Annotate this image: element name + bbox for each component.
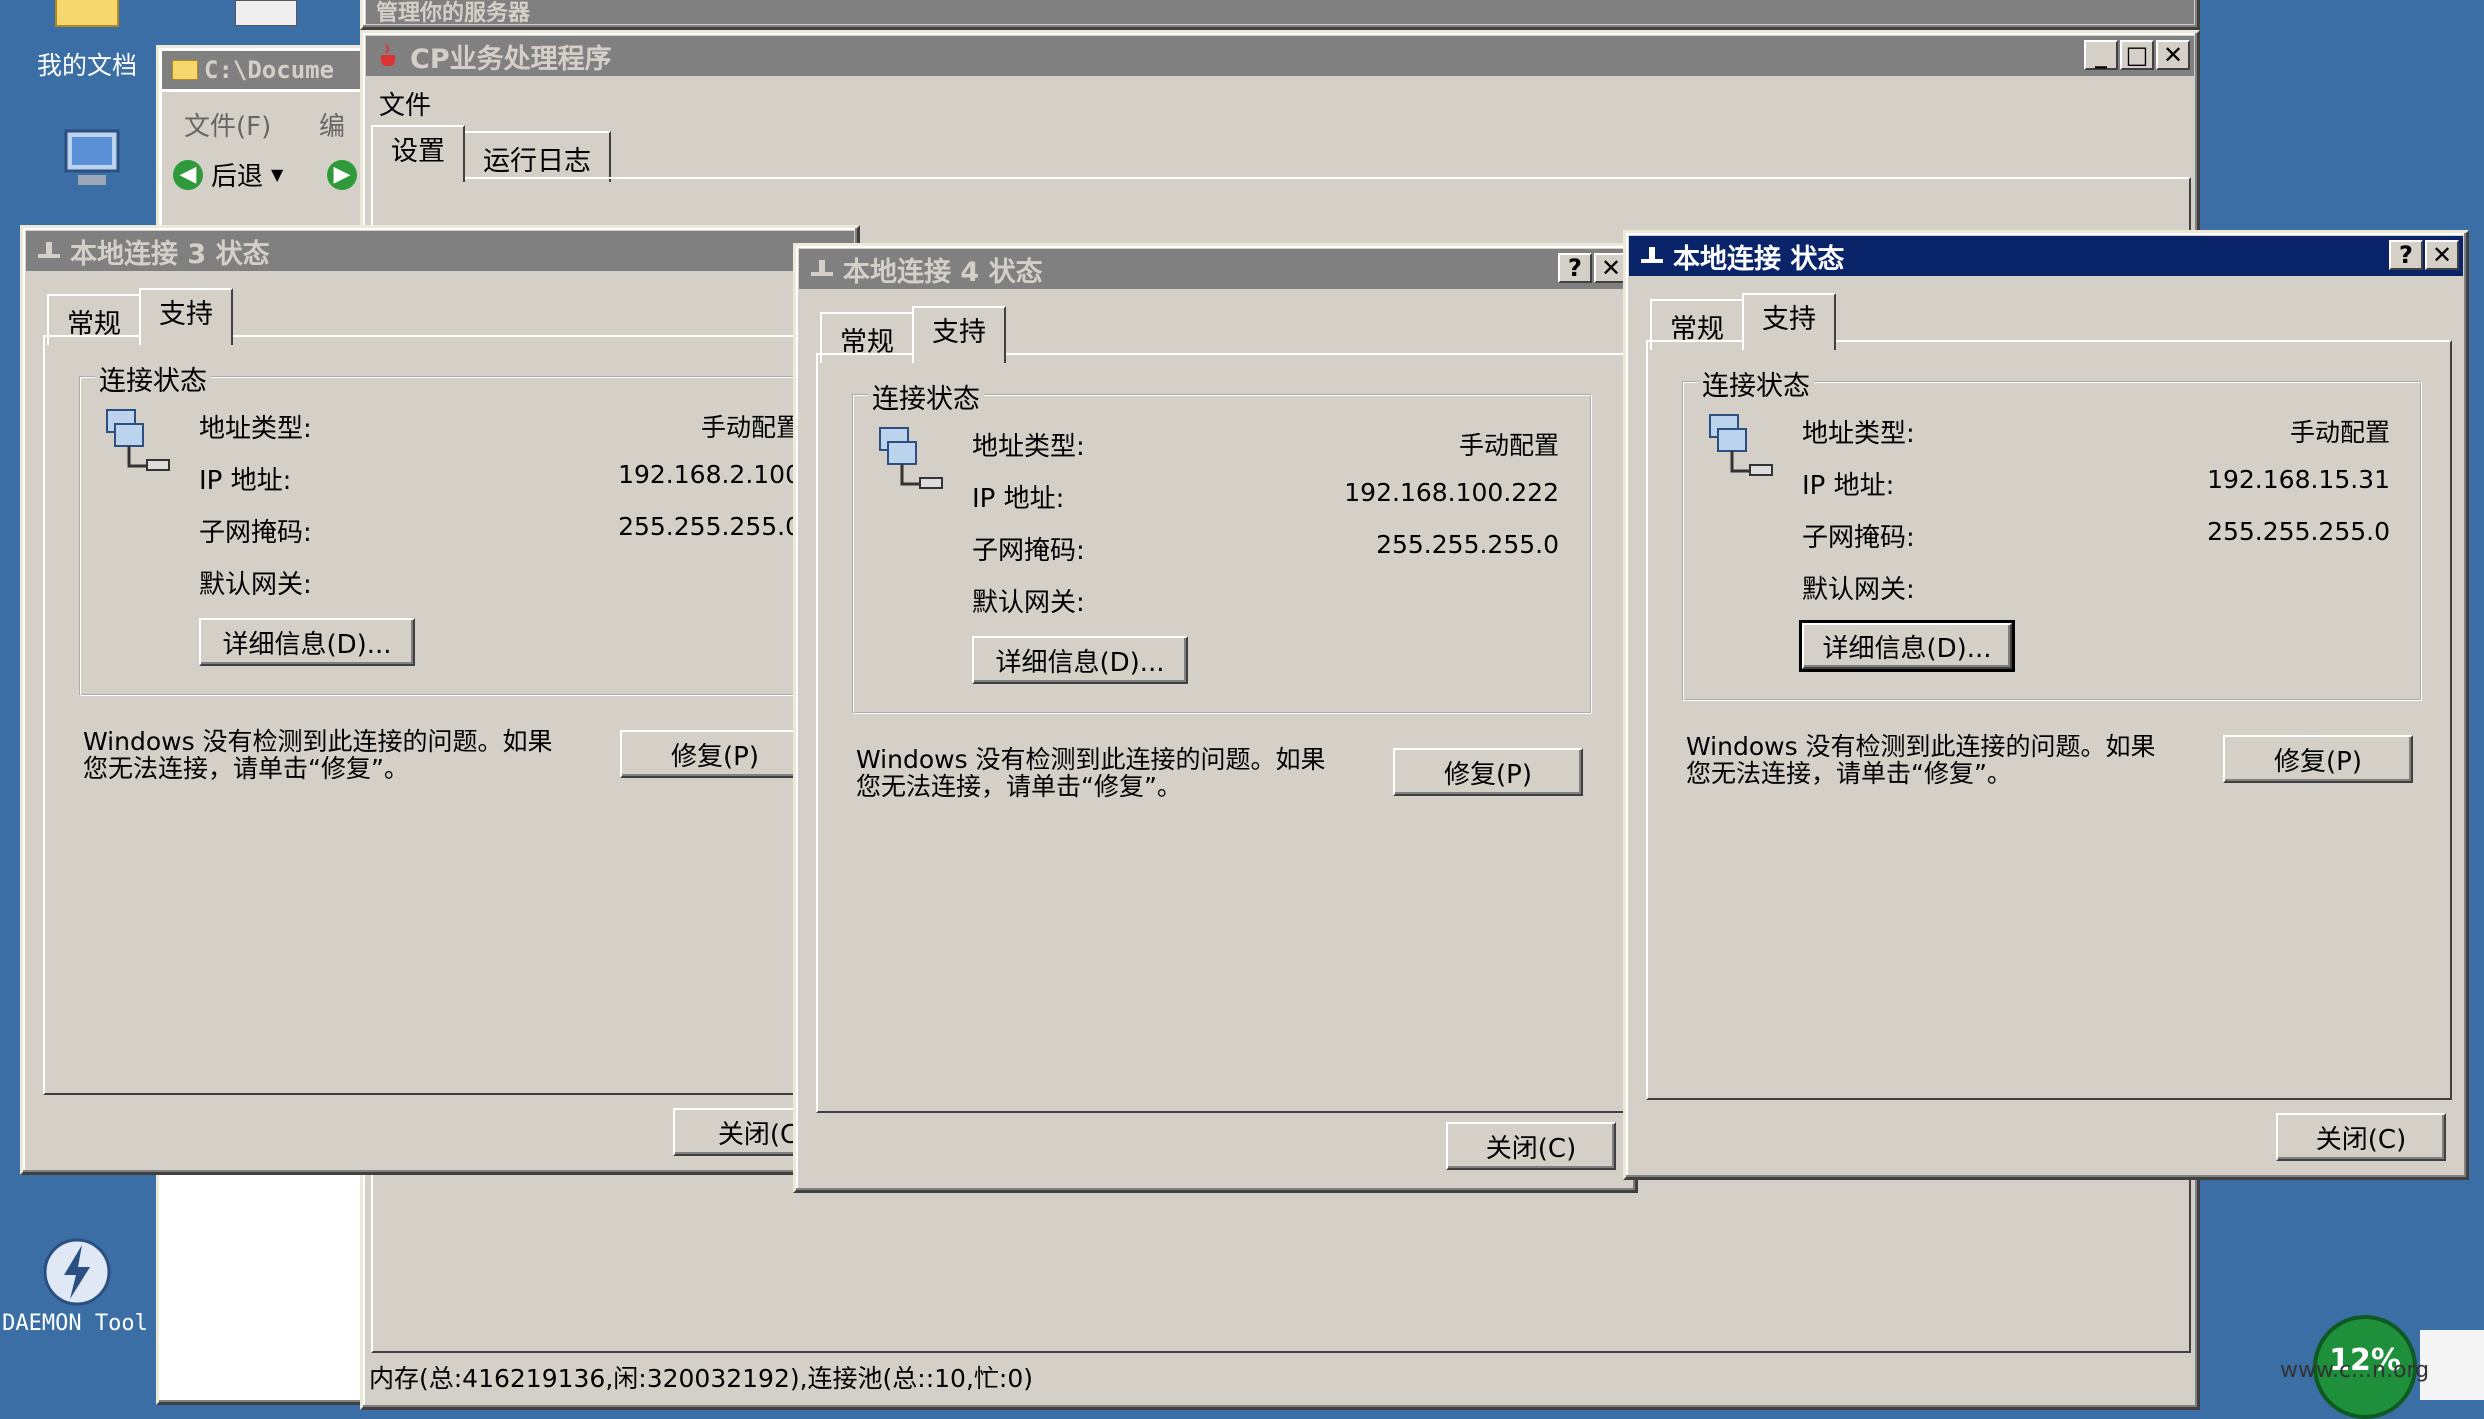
desktop-icon-my-computer[interactable] [12, 125, 162, 201]
back-button[interactable]: ◀ 后退 ▼ [173, 156, 283, 193]
dialog-title: 本地连接 3 状态 [70, 238, 270, 270]
default-gateway-label: 默认网关: [199, 570, 312, 600]
default-gateway-label: 默认网关: [1802, 575, 1915, 605]
repair-button[interactable]: 修复(P) [2223, 735, 2413, 783]
network-computers-icon [103, 406, 177, 487]
shortcut-icon[interactable] [235, 0, 297, 26]
connection-3-status-dialog[interactable]: 本地连接 3 状态 常规 支持 连接状态 地址类型: 手动配置 IP 地址: 1… [20, 225, 860, 1175]
forward-arrow-icon[interactable]: ▶ [327, 160, 357, 190]
group-label: 连接状态 [868, 377, 984, 416]
close-x-button[interactable]: ✕ [2425, 240, 2459, 270]
address-type-label: 地址类型: [972, 432, 1085, 462]
menu-file[interactable]: 文件(F) [184, 106, 271, 143]
status-message: Windows 没有检测到此连接的问题。如果 您无法连接，请单击“修复”。 [1686, 732, 2156, 788]
window-title: 管理你的服务器 [376, 1, 531, 26]
folder-icon [172, 60, 198, 80]
title-bar[interactable]: CP业务处理程序 _ □ ✕ [366, 36, 2194, 76]
tab-support[interactable]: 支持 [1742, 293, 1836, 350]
network-speed-widget [2420, 1330, 2484, 1400]
computer-icon [52, 125, 122, 195]
desktop-icon-label: 我的文档 [36, 51, 137, 80]
ip-address-value: 192.168.100.222 [1344, 478, 1559, 507]
status-bar: 内存(总:416219136,闲:320032192),连接池(总::10,忙:… [369, 1364, 1033, 1393]
connection-4-status-dialog[interactable]: 本地连接 4 状态 ? ✕ 常规 支持 连接状态 地址类型: 手动配置 IP 地… [793, 243, 1638, 1193]
ip-address-label: IP 地址: [1802, 471, 1895, 501]
subnet-mask-label: 子网掩码: [199, 518, 312, 548]
network-computers-icon [1706, 411, 1780, 492]
close-button[interactable]: 关闭(C) [1446, 1122, 1616, 1170]
lightning-icon [40, 1235, 111, 1306]
ip-address-label: IP 地址: [972, 484, 1065, 514]
chevron-down-icon: ▼ [271, 165, 284, 184]
subnet-mask-label: 子网掩码: [1802, 523, 1915, 553]
watermark: www.c...n.org [2280, 1358, 2430, 1383]
dialog-title: 本地连接 状态 [1673, 243, 1845, 275]
tab-run-log[interactable]: 运行日志 [463, 131, 611, 182]
menu-file[interactable]: 文件 [379, 85, 431, 122]
ip-address-label: IP 地址: [199, 466, 292, 496]
details-button[interactable]: 详细信息(D)... [1799, 620, 2015, 672]
default-gateway-label: 默认网关: [972, 588, 1085, 618]
folder-icon [52, 0, 122, 40]
help-button[interactable]: ? [2389, 240, 2423, 270]
title-bar[interactable]: 本地连接 3 状态 [26, 231, 854, 271]
minimize-button[interactable]: _ [2084, 40, 2118, 70]
repair-button[interactable]: 修复(P) [1393, 748, 1583, 796]
network-computers-icon [876, 424, 950, 505]
subnet-mask-label: 子网掩码: [972, 536, 1085, 566]
details-button[interactable]: 详细信息(D)... [199, 618, 415, 666]
network-icon [36, 238, 62, 264]
network-icon [1639, 243, 1665, 269]
menu-edit[interactable]: 编 [319, 106, 345, 143]
address-type-label: 地址类型: [199, 414, 312, 444]
desktop-icon-label: DAEMON Tool [2, 1311, 148, 1336]
details-button[interactable]: 详细信息(D)... [972, 636, 1188, 684]
java-cup-icon [376, 43, 402, 69]
subnet-mask-value: 255.255.255.0 [618, 512, 801, 541]
address-type-value: 手动配置 [2289, 418, 2390, 447]
ip-address-value: 192.168.15.31 [2207, 465, 2390, 494]
help-button[interactable]: ? [1558, 253, 1592, 283]
ip-address-value: 192.168.2.100 [618, 460, 801, 489]
dialog-title: 本地连接 4 状态 [843, 256, 1043, 288]
address-type-label: 地址类型: [1802, 419, 1915, 449]
desktop-icon-my-documents[interactable]: 我的文档 [12, 0, 162, 82]
tab-settings[interactable]: 设置 [371, 125, 465, 182]
server-manager-window[interactable]: 管理你的服务器 [360, 0, 2200, 30]
repair-button[interactable]: 修复(P) [620, 730, 810, 778]
group-label: 连接状态 [95, 359, 211, 398]
window-title: CP业务处理程序 [410, 43, 612, 75]
network-icon [809, 256, 835, 282]
title-bar[interactable]: 本地连接 状态 ? ✕ [1629, 236, 2463, 276]
close-button[interactable]: ✕ [2156, 40, 2190, 70]
window-title: C:\Docume [204, 56, 335, 84]
status-message: Windows 没有检测到此连接的问题。如果 您无法连接，请单击“修复”。 [856, 745, 1326, 801]
address-type-value: 手动配置 [700, 413, 801, 442]
title-bar[interactable]: 本地连接 4 状态 ? ✕ [799, 249, 1632, 289]
group-label: 连接状态 [1698, 364, 1814, 403]
tab-support[interactable]: 支持 [912, 306, 1006, 363]
status-message: Windows 没有检测到此连接的问题。如果 您无法连接，请单击“修复”。 [83, 727, 553, 783]
address-type-value: 手动配置 [1458, 431, 1559, 460]
maximize-button[interactable]: □ [2120, 40, 2154, 70]
subnet-mask-value: 255.255.255.0 [1376, 530, 1559, 559]
subnet-mask-value: 255.255.255.0 [2207, 517, 2390, 546]
tab-support[interactable]: 支持 [139, 288, 233, 345]
back-arrow-icon: ◀ [173, 159, 203, 190]
close-button[interactable]: 关闭(C) [2276, 1113, 2446, 1161]
desktop-icon-daemon-tools[interactable]: DAEMON Tool [0, 1235, 150, 1336]
connection-status-dialog[interactable]: 本地连接 状态 ? ✕ 常规 支持 连接状态 地址类型: 手动配置 IP 地址:… [1623, 230, 2469, 1180]
